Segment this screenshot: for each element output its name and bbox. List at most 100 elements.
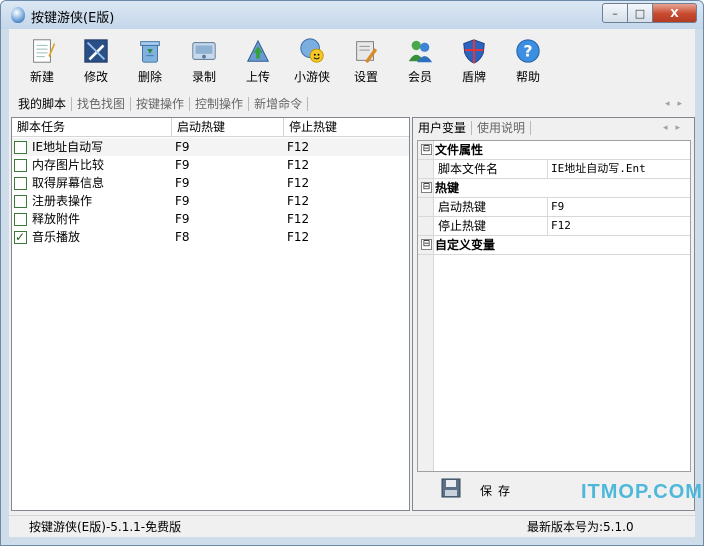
property-row[interactable]: 启动热键 F9	[418, 198, 690, 217]
property-value[interactable]: IE地址自动写.Ent	[551, 160, 646, 178]
list-header: 脚本任务 启动热键 停止热键	[12, 118, 409, 137]
upload-icon	[246, 39, 270, 62]
table-row[interactable]: 注册表操作 F9 F12	[12, 192, 409, 210]
settings-label: 设置	[353, 70, 378, 84]
table-row[interactable]: 取得屏幕信息 F9 F12	[12, 174, 409, 192]
column-stop-hotkey[interactable]: 停止热键	[284, 118, 408, 136]
property-row[interactable]: 脚本文件名 IE地址自动写.Ent	[418, 160, 690, 179]
category-file-properties: 文件属性	[435, 143, 484, 157]
record-icon	[192, 42, 216, 60]
script-list: 脚本任务 启动热键 停止热键 IE地址自动写 F9 F12 内存图片比较 F9 …	[11, 117, 410, 511]
table-row[interactable]: IE地址自动写 F9 F12	[12, 138, 409, 156]
table-row[interactable]: 释放附件 F9 F12	[12, 210, 409, 228]
settings-icon	[356, 41, 378, 64]
help-label: 帮助	[515, 70, 540, 84]
new-button[interactable]: 新建	[15, 29, 69, 85]
app-window: 按键游侠(E版) – □ X 新建 修改 删除 录制 上传 小游侠 设置 会员 …	[0, 0, 704, 546]
row-stop-hotkey: F12	[287, 212, 310, 226]
upload-button[interactable]: 上传	[231, 29, 285, 85]
row-checkbox[interactable]	[14, 195, 27, 208]
row-start-hotkey: F9	[175, 158, 190, 172]
client-area: 新建 修改 删除 录制 上传 小游侠 设置 会员 盾牌 ? 帮助 我的脚本 找色…	[9, 29, 695, 537]
status-latest-version: 最新版本号为:5.1.0	[527, 520, 634, 534]
category-custom-variables: 自定义变量	[435, 238, 496, 252]
status-bar: 按键游侠(E版)-5.1.1-免费版 最新版本号为:5.1.0	[9, 515, 695, 536]
edit-button[interactable]: 修改	[69, 29, 123, 85]
title-bar: 按键游侠(E版) – □ X	[1, 1, 703, 29]
row-task-name: 内存图片比较	[32, 158, 105, 172]
main-tabs: 我的脚本 找色找图 按键操作 控制操作 新增命令	[13, 94, 309, 114]
row-stop-hotkey: F12	[287, 140, 310, 154]
row-checkbox[interactable]	[14, 228, 27, 246]
upload-label: 上传	[245, 70, 270, 84]
property-value[interactable]: F9	[551, 198, 564, 216]
list-body: IE地址自动写 F9 F12 内存图片比较 F9 F12 取得屏幕信息 F9 F…	[12, 138, 409, 246]
row-start-hotkey: F9	[175, 140, 190, 154]
shield-label: 盾牌	[461, 70, 486, 84]
help-icon: ?	[516, 39, 540, 63]
delete-label: 删除	[137, 70, 162, 84]
row-stop-hotkey: F12	[287, 176, 310, 190]
right-tabs: 用户变量 使用说明	[413, 118, 694, 138]
property-value[interactable]: F12	[551, 217, 571, 235]
watermark: ITMOP.COM	[581, 481, 703, 503]
tab-key-ops[interactable]: 按键操作	[131, 97, 191, 111]
tab-user-variables[interactable]: 用户变量	[413, 121, 473, 135]
tab-scroll-arrows[interactable]: ◂▸	[665, 99, 690, 109]
new-label: 新建	[29, 70, 54, 84]
tab-usage-notes[interactable]: 使用说明	[472, 121, 532, 135]
minimize-button[interactable]: –	[602, 3, 628, 23]
tab-my-scripts[interactable]: 我的脚本	[13, 97, 73, 111]
property-category-row[interactable]: ⊟ 文件属性	[418, 141, 690, 160]
row-stop-hotkey: F12	[287, 230, 310, 244]
row-task-name: 取得屏幕信息	[32, 176, 105, 190]
table-row[interactable]: 音乐播放 F8 F12	[12, 228, 409, 246]
save-label: 保存	[480, 484, 517, 498]
members-button[interactable]: 会员	[393, 29, 447, 85]
window-controls: – □ X	[602, 3, 697, 23]
column-task[interactable]: 脚本任务	[12, 118, 172, 136]
row-stop-hotkey: F12	[287, 194, 310, 208]
table-row[interactable]: 内存图片比较 F9 F12	[12, 156, 409, 174]
row-start-hotkey: F9	[175, 194, 190, 208]
delete-button[interactable]: 删除	[123, 29, 177, 85]
shield-icon	[463, 39, 485, 64]
members-icon	[408, 40, 433, 63]
close-button[interactable]: X	[653, 3, 697, 23]
edit-icon	[84, 39, 108, 63]
tab-find-color[interactable]: 找色找图	[72, 97, 132, 111]
property-category-row[interactable]: ⊟ 自定义变量	[418, 236, 690, 255]
row-task-name: 注册表操作	[32, 194, 93, 208]
row-checkbox[interactable]	[14, 213, 27, 226]
notepad-icon	[33, 39, 56, 63]
record-label: 录制	[191, 70, 216, 84]
collapse-icon[interactable]: ⊟	[421, 239, 432, 250]
collapse-icon[interactable]: ⊟	[421, 182, 432, 193]
right-tab-scroll-arrows[interactable]: ◂▸	[663, 123, 688, 133]
row-stop-hotkey: F12	[287, 158, 310, 172]
row-checkbox[interactable]	[14, 141, 27, 154]
row-start-hotkey: F9	[175, 212, 190, 226]
row-task-name: 音乐播放	[32, 230, 81, 244]
maximize-icon: □	[634, 6, 646, 20]
record-button[interactable]: 录制	[177, 29, 231, 85]
tab-new-commands[interactable]: 新增命令	[249, 97, 309, 111]
tab-control-ops[interactable]: 控制操作	[190, 97, 250, 111]
close-icon: X	[670, 6, 679, 20]
help-button[interactable]: ? 帮助	[501, 29, 555, 85]
maximize-button[interactable]: □	[628, 3, 653, 23]
property-key: 停止热键	[435, 217, 548, 235]
little-ranger-button[interactable]: 小游侠	[285, 29, 339, 85]
property-row[interactable]: 停止热键 F12	[418, 217, 690, 236]
row-start-hotkey: F8	[175, 230, 190, 244]
toolbar: 新建 修改 删除 录制 上传 小游侠 设置 会员 盾牌 ? 帮助	[9, 29, 695, 89]
property-category-row[interactable]: ⊟ 热键	[418, 179, 690, 198]
column-start-hotkey[interactable]: 启动热键	[172, 118, 284, 136]
row-checkbox[interactable]	[14, 177, 27, 190]
members-label: 会员	[407, 70, 432, 84]
app-logo-icon	[11, 7, 25, 23]
shield-button[interactable]: 盾牌	[447, 29, 501, 85]
row-checkbox[interactable]	[14, 159, 27, 172]
collapse-icon[interactable]: ⊟	[421, 144, 432, 155]
settings-button[interactable]: 设置	[339, 29, 393, 85]
